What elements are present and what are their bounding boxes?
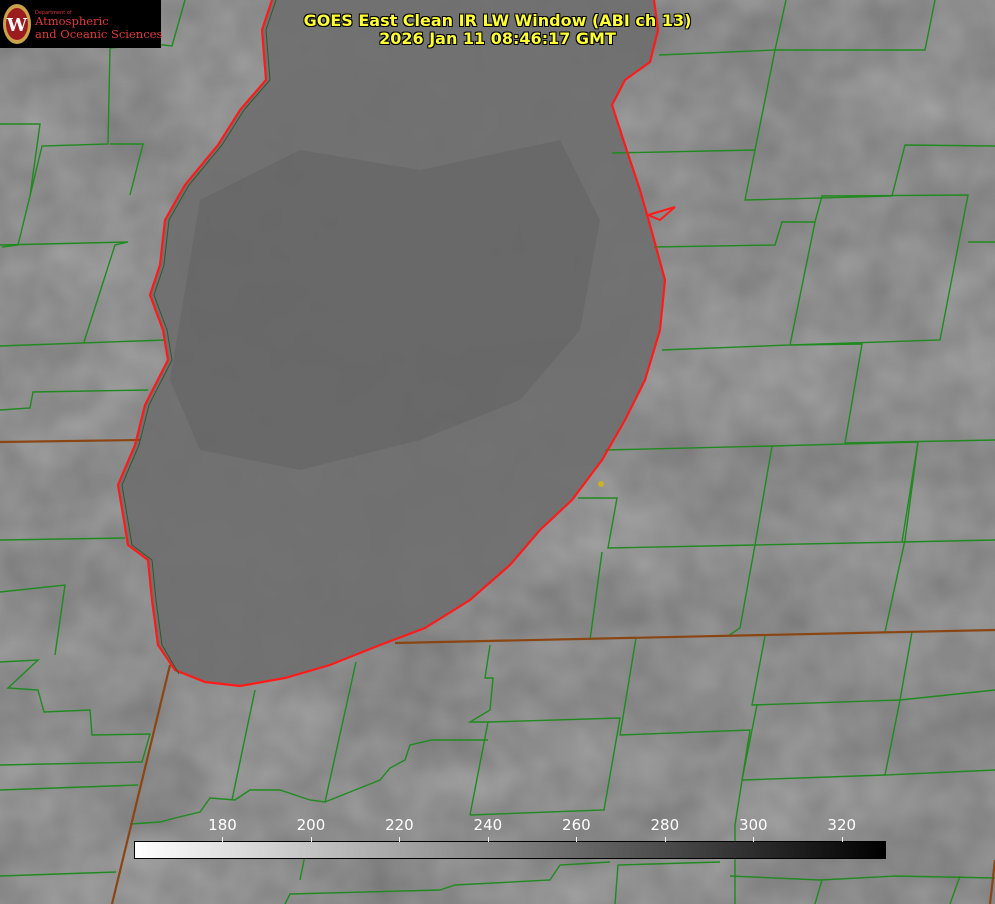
- colorbar-tick-mark: [576, 837, 578, 842]
- colorbar-tick-mark: [664, 837, 666, 842]
- colorbar-tick-label: 200: [296, 816, 326, 834]
- crest-letter: W: [6, 15, 28, 36]
- logo-line-1: Atmospheric: [35, 14, 109, 28]
- city-marker: [598, 481, 604, 487]
- colorbar-tick-mark: [222, 837, 224, 842]
- colorbar-tick-mark: [841, 837, 843, 842]
- colorbar-tick-label: 280: [650, 816, 680, 834]
- colorbar-tick-label: 220: [385, 816, 414, 834]
- colorbar-tick-label: 260: [562, 816, 591, 834]
- colorbar-tick-mark: [487, 837, 489, 842]
- colorbar-tick-label: 240: [473, 816, 503, 834]
- colorbar-tick-mark: [399, 837, 401, 842]
- colorbar-tick-label: 300: [738, 816, 768, 834]
- colorbar-tick-mark: [310, 837, 312, 842]
- uw-crest-icon: W: [3, 4, 31, 44]
- colorbar-tick-mark: [753, 837, 755, 842]
- satellite-map: [0, 0, 995, 904]
- logo-line-2: and Oceanic Sciences: [35, 27, 163, 41]
- colorbar-tick-label: 320: [827, 816, 857, 834]
- uw-aos-logo: W Department of Atmospheric and Oceanic …: [0, 0, 163, 48]
- temperature-colorbar: [134, 841, 886, 859]
- colorbar-tick-label: 180: [208, 816, 237, 834]
